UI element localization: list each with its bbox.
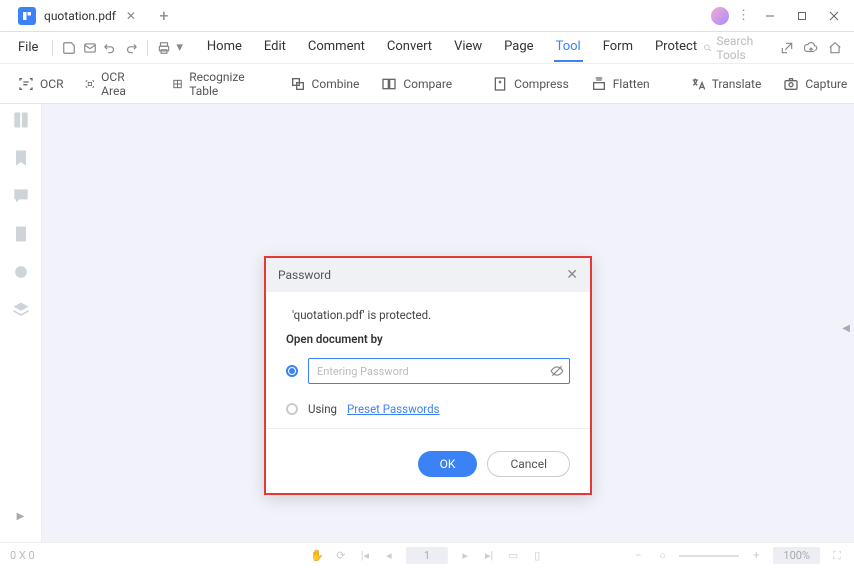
zoom-in-icon[interactable]: +	[749, 549, 763, 563]
menu-page[interactable]: Page	[502, 33, 535, 62]
menu-tool[interactable]: Tool	[554, 33, 583, 62]
search-tools[interactable]: Search Tools	[703, 34, 770, 62]
fit-page-icon[interactable]: ▯	[530, 549, 544, 563]
preset-password-radio[interactable]	[286, 403, 298, 415]
comments-icon[interactable]	[11, 186, 31, 206]
dialog-close-icon[interactable]: ✕	[566, 267, 578, 283]
mail-icon[interactable]	[82, 38, 98, 58]
undo-icon[interactable]	[102, 38, 118, 58]
left-panel: ▶	[0, 104, 42, 542]
menu-form[interactable]: Form	[601, 33, 635, 62]
separator	[52, 40, 53, 56]
ok-button[interactable]: OK	[418, 451, 478, 477]
cancel-button[interactable]: Cancel	[487, 451, 570, 477]
page-number[interactable]: 1	[406, 547, 448, 564]
layers-icon[interactable]	[11, 300, 31, 320]
thumbnails-icon[interactable]	[11, 110, 31, 130]
capture-button[interactable]: Capture	[777, 72, 853, 96]
compress-label: Compress	[514, 77, 569, 91]
next-page-icon[interactable]: ▸	[458, 549, 472, 563]
compress-button[interactable]: Compress	[486, 72, 575, 96]
protected-message: 'quotation.pdf' is protected.	[292, 308, 570, 322]
ocr-button[interactable]: OCR	[12, 72, 69, 96]
hand-icon[interactable]: ✋	[310, 549, 324, 563]
more-icon[interactable]: ⋮	[737, 8, 750, 23]
using-label: Using	[308, 402, 337, 416]
ocr-area-label: OCR Area	[101, 70, 132, 98]
capture-label: Capture	[805, 77, 847, 91]
new-tab-button[interactable]: +	[154, 6, 174, 25]
cloud-icon[interactable]	[804, 39, 818, 57]
fields-icon[interactable]	[11, 262, 31, 282]
ocr-area-button[interactable]: OCR Area	[79, 66, 138, 102]
menubar: File ▾ Home Edit Comment Convert View Pa…	[0, 32, 854, 64]
document-tab[interactable]: quotation.pdf ✕	[8, 2, 148, 30]
menu-view[interactable]: View	[452, 33, 484, 62]
expand-right-icon[interactable]: ◀	[842, 323, 850, 334]
tab-close-icon[interactable]: ✕	[124, 9, 138, 23]
recognize-table-label: Recognize Table	[189, 70, 249, 98]
menu-edit[interactable]: Edit	[262, 33, 288, 62]
menu-protect[interactable]: Protect	[653, 33, 699, 62]
save-icon[interactable]	[61, 38, 77, 58]
fit-width-icon[interactable]: ▭	[506, 549, 520, 563]
search-tools-label: Search Tools	[716, 34, 769, 62]
password-input[interactable]	[308, 358, 570, 384]
share-icon[interactable]	[780, 39, 794, 57]
separator	[266, 428, 590, 429]
password-dialog: Password ✕ 'quotation.pdf' is protected.…	[264, 256, 592, 495]
statusbar: 0 X 0 ✋ ⟳ |◂ ◂ 1 ▸ ▸| ▭ ▯ − ○ + 100% ⛶	[0, 542, 854, 568]
fullscreen-icon[interactable]: ⛶	[830, 549, 844, 563]
bookmarks-icon[interactable]	[11, 148, 31, 168]
file-menu[interactable]: File	[12, 40, 44, 55]
dialog-header: Password ✕	[266, 258, 590, 292]
main-menu: Home Edit Comment Convert View Page Tool…	[205, 33, 699, 62]
toggle-visibility-icon[interactable]	[550, 364, 564, 378]
combine-button[interactable]: Combine	[284, 72, 366, 96]
zoom-level[interactable]: 100%	[773, 547, 820, 564]
preset-passwords-link[interactable]: Preset Passwords	[347, 402, 440, 416]
zoom-out-icon[interactable]: −	[631, 549, 645, 563]
print-icon[interactable]	[156, 38, 172, 58]
translate-label: Translate	[712, 77, 762, 91]
open-document-by-label: Open document by	[286, 332, 570, 346]
menu-comment[interactable]: Comment	[306, 33, 367, 62]
recognize-table-button[interactable]: Recognize Table	[166, 66, 255, 102]
minimize-button[interactable]	[758, 4, 782, 28]
first-page-icon[interactable]: |◂	[358, 549, 372, 563]
rotate-icon[interactable]: ⟳	[334, 549, 348, 563]
tab-title: quotation.pdf	[44, 9, 116, 23]
menu-convert[interactable]: Convert	[385, 33, 434, 62]
combine-label: Combine	[312, 77, 360, 91]
titlebar: quotation.pdf ✕ + ⋮	[0, 0, 854, 32]
attachments-icon[interactable]	[11, 224, 31, 244]
redo-icon[interactable]	[123, 38, 139, 58]
translate-button[interactable]: Translate	[684, 72, 768, 96]
compare-button[interactable]: Compare	[375, 72, 458, 96]
home-icon[interactable]	[828, 39, 842, 57]
zoom-reset-icon[interactable]: ○	[655, 549, 669, 563]
prev-page-icon[interactable]: ◂	[382, 549, 396, 563]
coordinates: 0 X 0	[10, 549, 35, 562]
flatten-label: Flatten	[613, 77, 650, 91]
toolbar: OCR OCR Area Recognize Table Combine Com…	[0, 64, 854, 104]
close-button[interactable]	[822, 4, 846, 28]
last-page-icon[interactable]: ▸|	[482, 549, 496, 563]
print-dropdown-icon[interactable]: ▾	[176, 38, 183, 58]
flatten-button[interactable]: Flatten	[585, 72, 656, 96]
dialog-title: Password	[278, 268, 331, 282]
zoom-slider[interactable]	[679, 555, 739, 557]
enter-password-radio[interactable]	[286, 365, 298, 377]
menu-home[interactable]: Home	[205, 33, 244, 62]
avatar[interactable]	[711, 7, 729, 25]
document-area: ▶ ◀ Password ✕ 'quotation.pdf' is protec…	[0, 104, 854, 542]
ocr-label: OCR	[40, 77, 63, 91]
expand-left-icon[interactable]: ▶	[17, 511, 25, 522]
maximize-button[interactable]	[790, 4, 814, 28]
app-icon	[18, 7, 36, 25]
separator	[147, 40, 148, 56]
compare-label: Compare	[403, 77, 452, 91]
